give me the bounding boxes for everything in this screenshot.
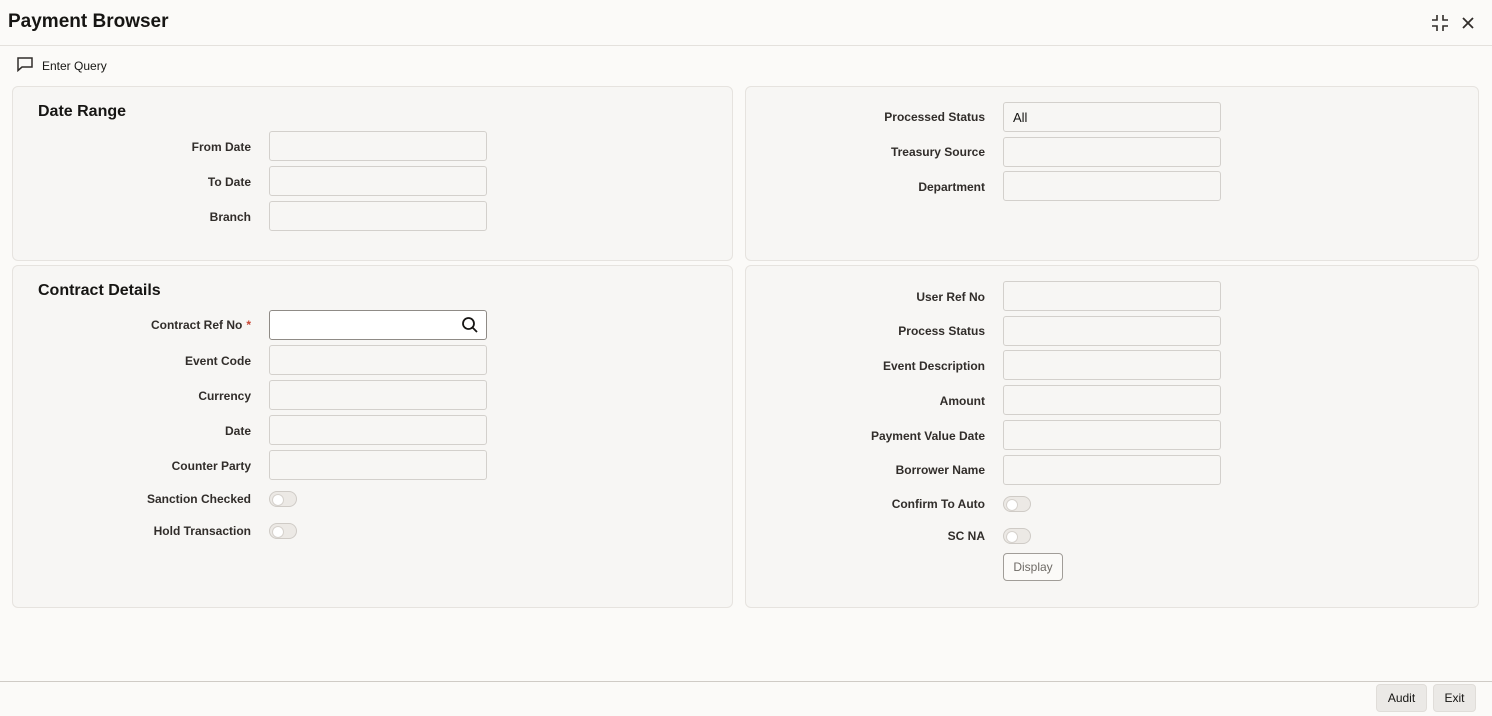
search-icon[interactable] [461,316,479,334]
to-date-field[interactable] [269,166,487,196]
payment-value-date-label: Payment Value Date [870,429,985,443]
branch-field[interactable] [269,201,487,231]
required-indicator: * [246,318,251,332]
event-description-label: Event Description [882,359,985,373]
maximize-icon[interactable] [1429,12,1451,34]
treasury-source-label: Treasury Source [890,145,985,159]
department-label: Department [918,180,985,194]
to-date-label: To Date [207,175,251,189]
hold-transaction-toggle[interactable] [269,523,297,539]
page-title: Payment Browser [8,11,169,32]
counter-party-field[interactable] [269,450,487,480]
processed-status-field[interactable] [1003,102,1221,132]
audit-button[interactable]: Audit [1376,684,1427,712]
enter-query-label: Enter Query [42,59,107,73]
from-date-label: From Date [191,140,251,154]
treasury-source-field[interactable] [1003,137,1221,167]
confirm-to-auto-label: Confirm To Auto [891,497,985,511]
contract-details-title: Contract Details [38,282,161,299]
confirm-to-auto-toggle[interactable] [1003,496,1031,512]
event-code-field[interactable] [269,345,487,375]
sanction-checked-label: Sanction Checked [146,492,251,506]
currency-field[interactable] [269,380,487,410]
user-ref-no-field[interactable] [1003,281,1221,311]
borrower-name-label: Borrower Name [895,463,985,477]
sanction-checked-toggle[interactable] [269,491,297,507]
sc-na-toggle[interactable] [1003,528,1031,544]
borrower-name-field[interactable] [1003,455,1221,485]
footer-bar [0,681,1492,716]
currency-label: Currency [198,389,251,403]
user-ref-no-label: User Ref No [916,290,985,304]
event-description-field[interactable] [1003,350,1221,380]
payment-value-date-field[interactable] [1003,420,1221,450]
contract-ref-no-label: Contract Ref No * [11,318,251,332]
branch-label: Branch [209,210,251,224]
hold-transaction-label: Hold Transaction [153,524,251,538]
date-label: Date [224,424,251,438]
window-header: Payment Browser [0,0,1492,46]
event-code-label: Event Code [184,354,251,368]
process-status-label: Process Status [898,324,985,338]
department-field[interactable] [1003,171,1221,201]
date-field[interactable] [269,415,487,445]
contract-ref-no-label-text: Contract Ref No [150,318,243,332]
exit-button[interactable]: Exit [1433,684,1476,712]
process-status-field[interactable] [1003,316,1221,346]
enter-query-button[interactable]: Enter Query [16,56,107,77]
close-icon[interactable] [1457,12,1479,34]
sc-na-label: SC NA [947,529,985,543]
contract-ref-no-field[interactable] [269,310,487,340]
date-range-title: Date Range [38,103,127,120]
amount-field[interactable] [1003,385,1221,415]
comment-icon [16,56,34,77]
display-button[interactable]: Display [1003,553,1063,581]
amount-label: Amount [939,394,985,408]
processed-status-label: Processed Status [884,110,985,124]
from-date-field[interactable] [269,131,487,161]
counter-party-label: Counter Party [171,459,251,473]
